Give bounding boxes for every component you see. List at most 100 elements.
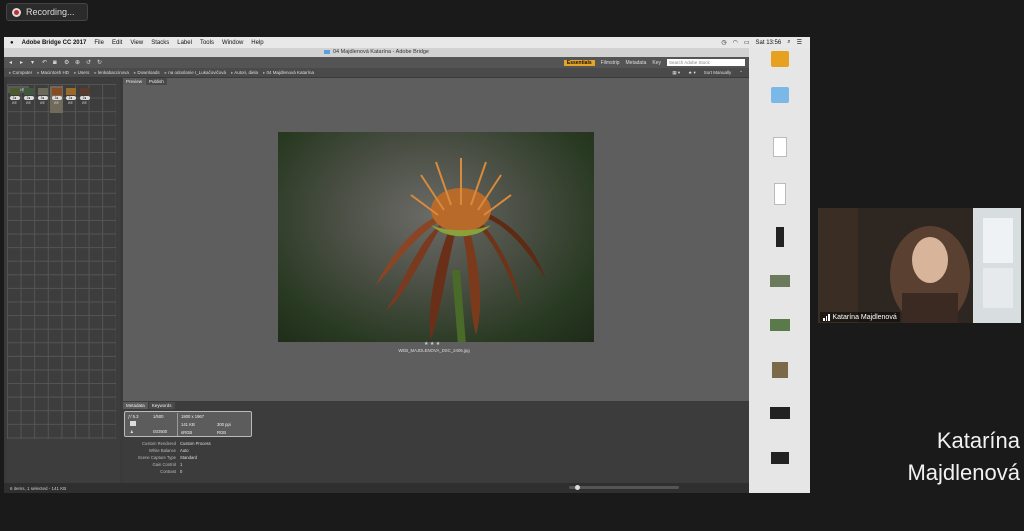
desktop-icon-image[interactable] bbox=[753, 275, 807, 289]
back-icon[interactable]: ◂ bbox=[9, 60, 16, 66]
thumbnail[interactable]: 2● WE bbox=[64, 86, 77, 113]
desktop-icon-image[interactable] bbox=[753, 319, 807, 333]
rating-stars[interactable]: ★ ★ ★ bbox=[424, 341, 440, 347]
breadcrumb-downloads[interactable]: Downloads bbox=[134, 70, 159, 76]
recording-indicator[interactable]: Recording... bbox=[6, 3, 88, 21]
rotate-right-icon[interactable]: ↻ bbox=[97, 60, 104, 66]
thumbnail-badge: 3● bbox=[51, 96, 62, 100]
app-menu[interactable]: Adobe Bridge CC 2017 bbox=[22, 40, 87, 46]
boomerang-icon[interactable]: ↶ bbox=[42, 60, 49, 66]
recording-label: Recording... bbox=[26, 7, 75, 17]
desktop-icon-drive[interactable] bbox=[753, 51, 807, 69]
menu-label[interactable]: Label bbox=[177, 40, 192, 46]
thumbnail[interactable]: 2● WE bbox=[8, 86, 21, 113]
participant-video[interactable] bbox=[818, 208, 1021, 323]
menu-view[interactable]: View bbox=[130, 40, 143, 46]
desktop-icon-document[interactable] bbox=[753, 137, 807, 159]
metering-icon bbox=[130, 421, 136, 426]
dimensions-value: 1800 x 1967 bbox=[181, 414, 205, 419]
desktop-icon-image[interactable] bbox=[753, 362, 807, 380]
thumbnail[interactable]: 2● WE bbox=[22, 86, 35, 113]
sort-dropdown[interactable]: Sort Manually bbox=[704, 70, 732, 76]
thumbnail[interactable]: 2● WE bbox=[78, 86, 91, 113]
tab-metadata[interactable]: Metadata bbox=[123, 402, 148, 409]
metadata-value: Auto bbox=[180, 448, 189, 453]
slider-knob[interactable] bbox=[575, 485, 580, 490]
menu-help[interactable]: Help bbox=[251, 40, 263, 46]
open-icon[interactable]: ⊕ bbox=[75, 60, 82, 66]
desktop-icon-screenshot[interactable] bbox=[753, 452, 807, 466]
desktop-icon-folder[interactable] bbox=[753, 87, 807, 105]
tab-preview[interactable]: Preview bbox=[123, 78, 146, 85]
metadata-row: Scene Capture Type Standard bbox=[128, 454, 211, 461]
breadcrumb-users[interactable]: Users bbox=[74, 70, 90, 76]
breadcrumb-na-odoslanie[interactable]: na odoslanie I_Lukačovičová bbox=[165, 70, 226, 76]
participant-name: Katarína Majdlenová bbox=[832, 313, 897, 321]
battery-icon[interactable]: ▭ bbox=[744, 39, 750, 46]
screenshot-icon bbox=[770, 407, 790, 419]
thumbnail-size-slider[interactable] bbox=[569, 485, 679, 490]
workspace-keywords[interactable]: Key bbox=[652, 60, 661, 66]
thumbnail-selected[interactable]: 3● WE bbox=[50, 86, 63, 113]
participant-name-label: Katarína Majdlenová bbox=[820, 312, 900, 322]
metadata-key: Gain Control bbox=[152, 462, 176, 467]
wifi-icon[interactable]: ◠ bbox=[733, 39, 738, 46]
recent-icon[interactable]: ▾ bbox=[31, 60, 38, 66]
mac-menubar: ● Adobe Bridge CC 2017 File Edit View St… bbox=[4, 37, 810, 48]
menu-edit[interactable]: Edit bbox=[112, 40, 122, 46]
presenter-first-name: Katarína bbox=[936, 428, 1020, 453]
thumbnail-image bbox=[79, 88, 90, 95]
control-center-icon[interactable]: ☰ bbox=[797, 39, 802, 46]
menu-window[interactable]: Window bbox=[222, 40, 243, 46]
path-bar: Computer Macintosh HD Users lenkabaccino… bbox=[4, 68, 749, 77]
record-icon bbox=[12, 7, 21, 17]
workspace-switcher: Essentials Filmstrip Metadata Key Search… bbox=[563, 59, 749, 66]
search-input[interactable]: Search Adobe Stock bbox=[667, 59, 745, 66]
breadcrumb-current-folder[interactable]: 04 Majdlenová Katarína bbox=[263, 70, 315, 76]
desktop-icon-screenshot[interactable] bbox=[753, 407, 807, 421]
folder-icon bbox=[771, 87, 789, 103]
tab-publish[interactable]: Publish bbox=[146, 78, 167, 85]
workspace-metadata[interactable]: Metadata bbox=[626, 60, 647, 66]
resolution-value: 300 ppi bbox=[217, 422, 231, 427]
apple-menu-icon[interactable]: ● bbox=[10, 40, 14, 46]
refine-icon[interactable]: ⚙ bbox=[64, 60, 71, 66]
breadcrumb-computer[interactable]: Computer bbox=[9, 70, 33, 76]
fstop-value: ƒ/ 5.3 bbox=[128, 414, 139, 419]
metadata-value: Custom Process bbox=[180, 441, 211, 446]
shared-screen: ● Adobe Bridge CC 2017 File Edit View St… bbox=[4, 37, 810, 493]
document-icon bbox=[773, 137, 787, 157]
menu-tools[interactable]: Tools bbox=[200, 40, 214, 46]
thumbnail-label: WE bbox=[11, 101, 18, 105]
desktop-icon-document[interactable] bbox=[753, 183, 807, 207]
forward-icon[interactable]: ▸ bbox=[20, 60, 27, 66]
status-text: 6 items, 1 selected - 141 KB bbox=[10, 485, 67, 491]
breadcrumb-user-home[interactable]: lenkabaccinova bbox=[94, 70, 129, 76]
thumbnail[interactable]: 3● WE bbox=[36, 86, 49, 113]
desktop-icon-screenshot[interactable] bbox=[753, 227, 807, 249]
sort-order-icon[interactable]: ⌃ bbox=[739, 70, 743, 76]
menu-stacks[interactable]: Stacks bbox=[151, 40, 169, 46]
camera-icon[interactable]: ◙ bbox=[53, 60, 60, 66]
workspace-essentials[interactable]: Essentials bbox=[563, 59, 595, 66]
thumbnail-label: WE bbox=[25, 101, 32, 105]
preview-image[interactable] bbox=[278, 132, 594, 342]
iso-value: ISO500 bbox=[153, 429, 168, 434]
view-options-icon[interactable]: ▦ ▾ bbox=[672, 70, 680, 76]
breadcrumb-autori[interactable]: Autori, diela bbox=[231, 70, 258, 76]
rotate-left-icon[interactable]: ↺ bbox=[86, 60, 93, 66]
breadcrumb-macintosh-hd[interactable]: Macintosh HD bbox=[37, 70, 69, 76]
thumbnail-badge: 2● bbox=[9, 96, 20, 100]
menubar-clock[interactable]: Sat 13:56 bbox=[756, 40, 782, 46]
search-icon[interactable]: ⌕ bbox=[787, 39, 790, 46]
thumbnail-row: 2● WE 2● WE 3● WE 3● WE 2● WE 2● WE bbox=[8, 86, 91, 113]
clock-icon[interactable]: ◷ bbox=[721, 39, 726, 46]
workspace-filmstrip[interactable]: Filmstrip bbox=[601, 60, 620, 66]
tab-keywords[interactable]: Keywords bbox=[148, 402, 175, 409]
menu-file[interactable]: File bbox=[94, 40, 104, 46]
desktop-background bbox=[749, 48, 810, 493]
signal-icon bbox=[823, 313, 830, 321]
rating-filter-icon[interactable]: ★ ▾ bbox=[688, 70, 696, 76]
filesize-value: 141 KB bbox=[181, 422, 195, 427]
document-icon bbox=[774, 183, 786, 205]
